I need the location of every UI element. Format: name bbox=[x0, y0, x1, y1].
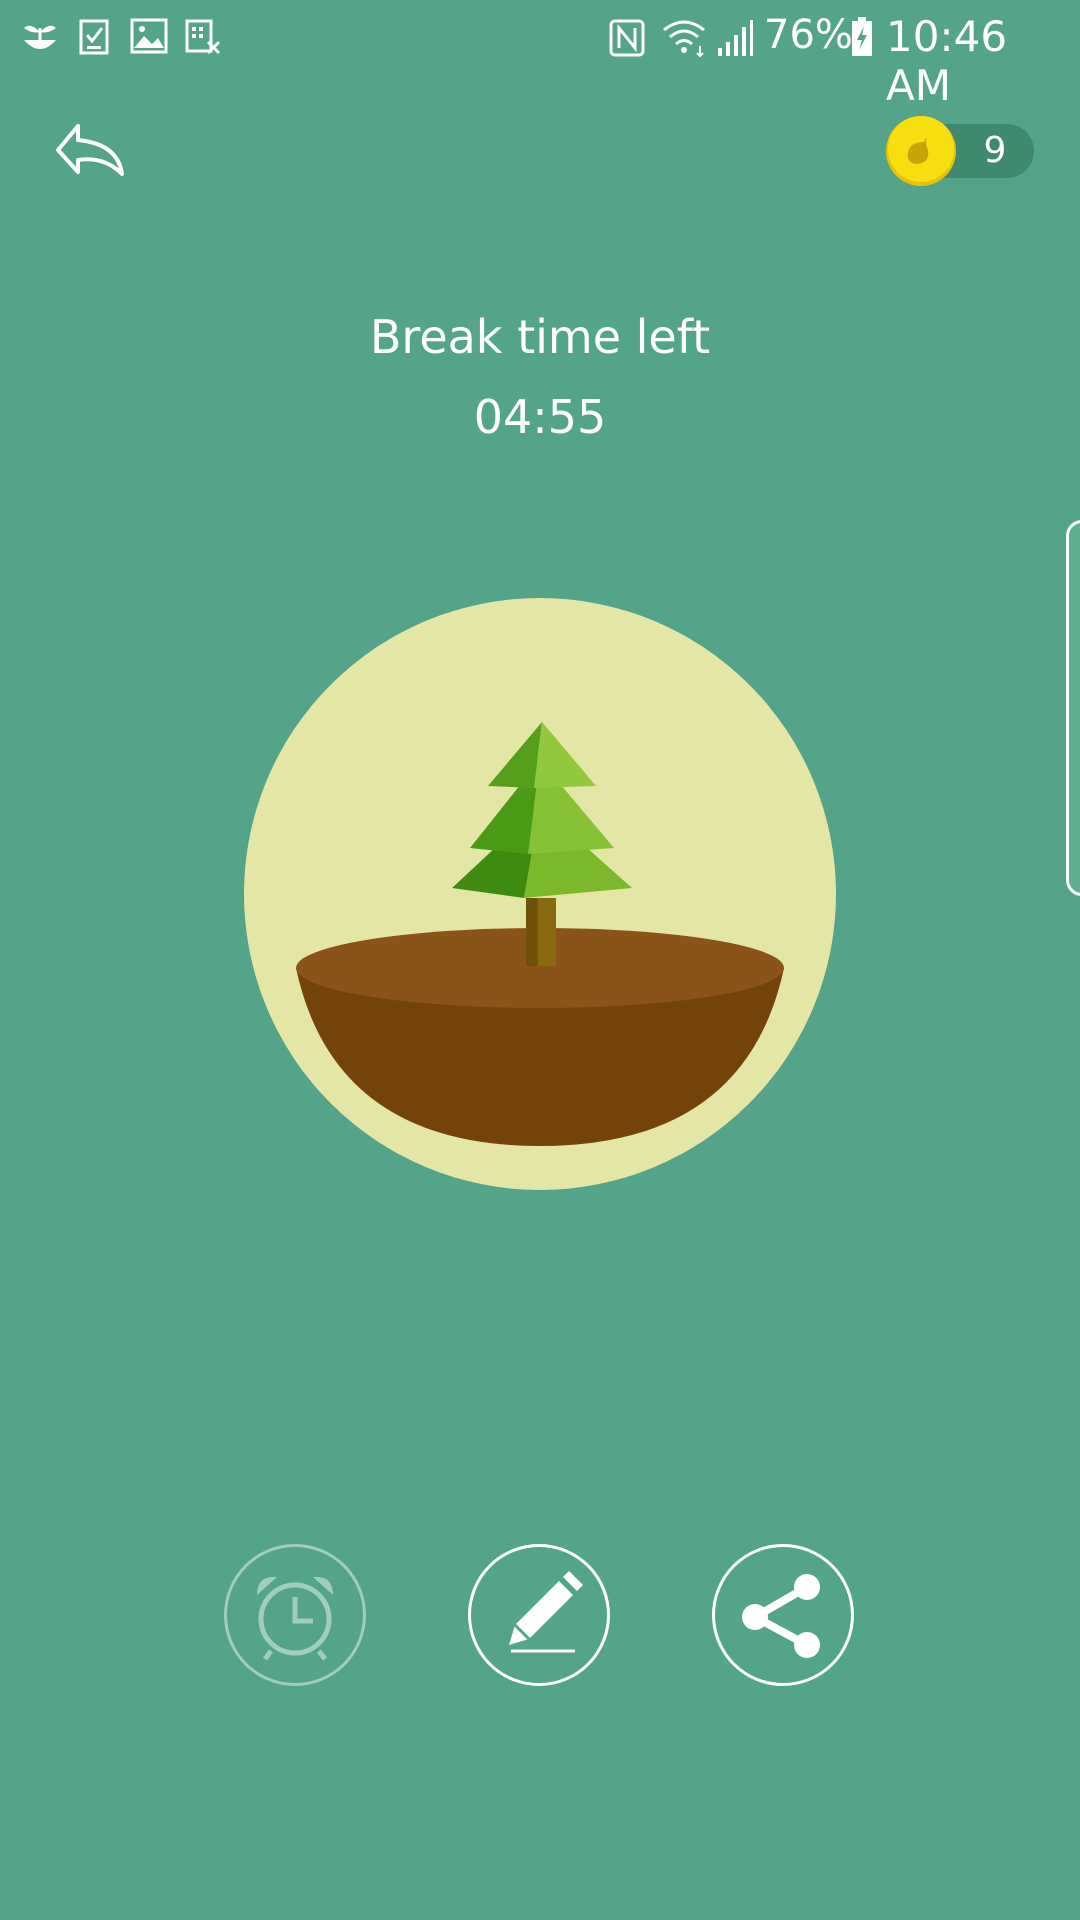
break-time-label: Break time left bbox=[369, 310, 711, 364]
status-bar: 76% 10:46 AM bbox=[0, 0, 1080, 110]
coin-count: 9 bbox=[983, 130, 1007, 171]
tree-illustration bbox=[244, 598, 836, 1190]
share-button[interactable] bbox=[712, 1544, 854, 1686]
task-check-icon bbox=[79, 19, 109, 55]
edge-panel-handle[interactable] bbox=[1066, 520, 1080, 896]
share-icon bbox=[742, 1574, 820, 1658]
coin-icon bbox=[886, 116, 956, 186]
notes-icon bbox=[185, 19, 221, 55]
wifi-icon bbox=[663, 20, 705, 58]
forest-break-screen: 76% 10:46 AM 9 Break time left 04:55 bbox=[0, 0, 1080, 1920]
alarm-button[interactable] bbox=[224, 1544, 366, 1686]
edit-button[interactable] bbox=[468, 1544, 610, 1686]
back-button[interactable] bbox=[48, 112, 138, 192]
nfc-icon bbox=[609, 19, 645, 57]
signal-icon bbox=[718, 20, 753, 56]
forest-app-icon bbox=[24, 25, 56, 49]
battery-charging-icon bbox=[852, 17, 872, 56]
battery-percent: 76% bbox=[764, 12, 853, 58]
status-clock: 10:46 AM bbox=[886, 12, 1008, 110]
gallery-icon bbox=[130, 18, 168, 54]
back-arrow-icon bbox=[56, 124, 124, 176]
pencil-icon bbox=[509, 1571, 583, 1653]
alarm-clock-icon bbox=[257, 1576, 333, 1661]
break-countdown: 04:55 bbox=[473, 390, 607, 444]
